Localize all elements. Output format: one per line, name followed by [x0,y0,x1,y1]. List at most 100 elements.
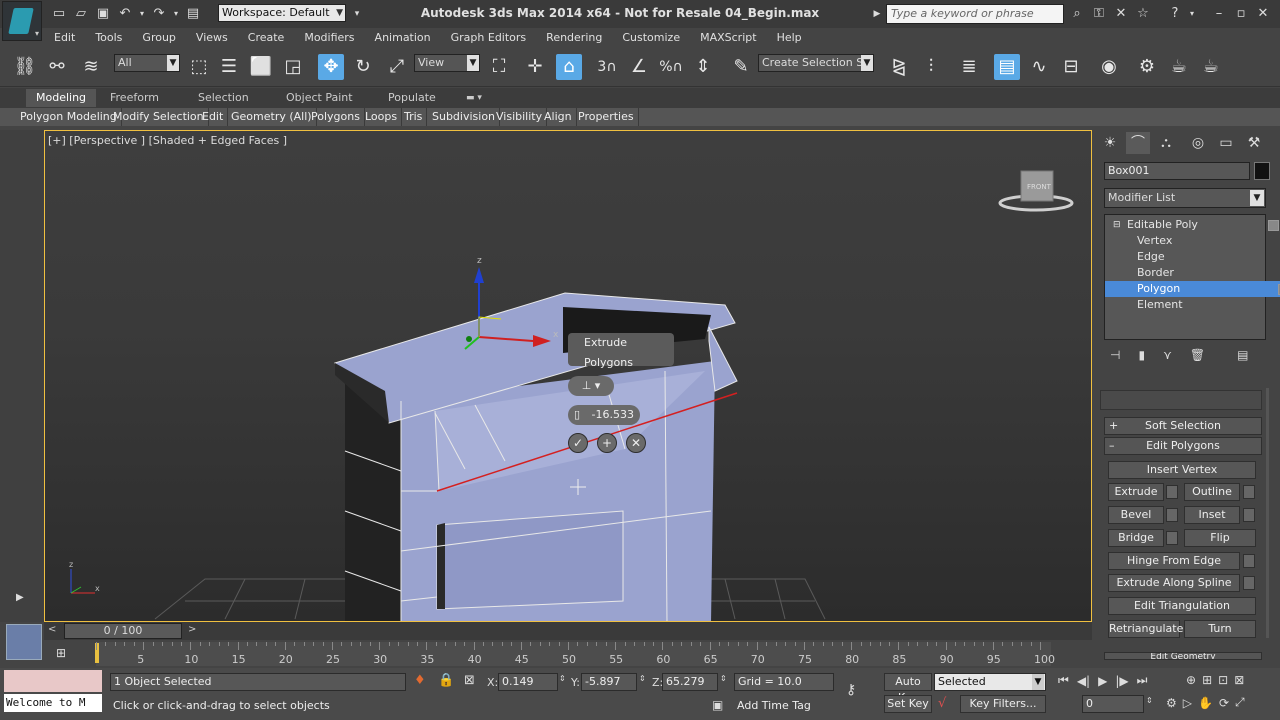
close-icon[interactable]: ✕ [1254,5,1272,23]
bevel-button[interactable]: Bevel [1108,506,1164,524]
add-time-tag-button[interactable]: Add Time Tag [734,698,834,716]
extrude-along-spline-settings-button[interactable] [1243,576,1255,590]
manipulate-icon[interactable]: ✛ [522,54,548,80]
selection-filter-dropdown[interactable]: All ▼ [114,54,180,72]
menu-graph-editors[interactable]: Graph Editors [441,28,537,48]
save-icon[interactable]: ▣ [94,5,112,23]
extrude-settings-button[interactable] [1166,485,1178,499]
tab-display-icon[interactable]: ▭ [1214,132,1238,154]
bevel-settings-button[interactable] [1166,508,1178,522]
flip-button[interactable]: Flip [1184,529,1256,547]
expand-arrow-icon[interactable]: ▶ [872,5,882,23]
play-icon[interactable]: ▶ [1098,674,1107,688]
render-production-icon[interactable]: ☕ [1198,54,1224,80]
stack-item-border[interactable]: Border [1105,265,1280,281]
maximize-icon[interactable]: ▫ [1232,5,1250,23]
y-coordinate-field[interactable]: -5.897 [581,673,637,691]
open-file-icon[interactable]: ▱ [72,5,90,23]
rectangular-selection-icon[interactable]: ⬜ [248,54,274,80]
stack-item-editable-poly[interactable]: ⊟ Editable Poly [1105,217,1280,233]
tab-modify-icon[interactable]: ⌒ [1126,132,1150,154]
menu-edit[interactable]: Edit [44,28,85,48]
rendered-frame-window-icon[interactable]: ☕ [1166,54,1192,80]
select-and-move-icon[interactable]: ✥ [318,54,344,80]
go-to-end-icon[interactable]: ⏭ [1137,673,1148,688]
orbit-icon[interactable]: ⟳ [1219,696,1229,710]
key-mode-dropdown[interactable]: Selected ▼ [934,673,1046,691]
panel-scrollbar[interactable] [1266,388,1269,638]
menu-create[interactable]: Create [238,28,295,48]
hinge-from-edge-button[interactable]: Hinge From Edge [1108,552,1240,570]
extrude-type-dropdown[interactable]: ⊥ ▾ [568,376,614,396]
tab-populate[interactable]: Populate [378,89,446,107]
favorites-star-icon[interactable]: ☆ [1134,5,1152,23]
stack-item-element[interactable]: Element [1105,297,1280,313]
help-icon[interactable]: ? [1166,5,1184,23]
object-name-field[interactable]: Box001 [1104,162,1250,180]
select-and-scale-icon[interactable]: ⤢ [384,54,410,80]
extrude-along-spline-button[interactable]: Extrude Along Spline [1108,574,1240,592]
edit-triangulation-button[interactable]: Edit Triangulation [1108,597,1256,615]
key-tangent-icon[interactable]: √ [938,696,946,711]
panel-loops[interactable]: Loops [361,108,403,126]
field-of-view-icon[interactable]: ▷ [1183,696,1192,710]
stack-item-vertex[interactable]: Vertex [1105,233,1280,249]
redo-icon[interactable]: ↷ [150,5,168,23]
hinge-settings-button[interactable] [1243,554,1255,568]
exchange-icon[interactable]: ✕ [1112,5,1130,23]
tab-create-icon[interactable]: ☀ [1098,132,1122,154]
render-setup-icon[interactable]: ⚙ [1134,54,1160,80]
tab-object-paint[interactable]: Object Paint [276,89,363,107]
z-coordinate-field[interactable]: 65.279 [662,673,718,691]
panel-properties[interactable]: Properties [574,108,639,126]
caddy-cancel-button[interactable]: ✕ [626,433,646,453]
show-end-result-icon[interactable]: ▮ [1138,348,1145,362]
menu-tools[interactable]: Tools [85,28,132,48]
stack-toggle-box[interactable] [1268,220,1279,231]
previous-frame-icon[interactable]: < [48,624,56,635]
select-and-rotate-icon[interactable]: ↻ [350,54,376,80]
absolute-offset-mode-icon[interactable]: ⊠ [464,673,475,688]
track-bar-menu-icon[interactable]: ⊞ [56,646,66,660]
panel-polygon-modeling[interactable]: Polygon Modeling [16,108,122,126]
make-unique-icon[interactable]: ⋎ [1163,348,1172,362]
y-spinner-icon[interactable]: ⇕ [639,674,646,683]
panel-geometry-all[interactable]: Geometry (All) [227,108,317,126]
undo-icon[interactable]: ↶ [116,5,134,23]
x-coordinate-field[interactable]: 0.149 [498,673,558,691]
isolate-selection-icon[interactable]: ♦ [414,673,426,688]
bridge-settings-button[interactable] [1166,531,1178,545]
workspace-dropdown[interactable]: Workspace: Default ▼ [218,4,346,22]
menu-maxscript[interactable]: MAXScript [690,28,766,48]
app-logo-button[interactable]: ▾ [2,1,42,41]
panel-edit[interactable]: Edit [198,108,229,126]
snaps-toggle-icon[interactable]: 3∩ [594,54,620,80]
ribbon-options-icon[interactable]: ▬ ▾ [456,89,492,107]
unlink-icon[interactable]: ⚯ [44,54,70,80]
keyboard-shortcut-override-icon[interactable]: ⌂ [556,54,582,80]
menu-modifiers[interactable]: Modifiers [294,28,364,48]
stack-item-edge[interactable]: Edge [1105,249,1280,265]
pin-stack-icon[interactable]: ⊣ [1110,348,1120,362]
previous-key-icon[interactable]: ◀| [1077,674,1090,688]
angle-snap-icon[interactable]: ∠ [626,54,652,80]
outline-button[interactable]: Outline [1184,483,1240,501]
align-icon[interactable]: ⫶ [918,54,944,80]
edit-named-selection-icon[interactable]: ✎ [728,54,754,80]
redo-dropdown-icon[interactable]: ▾ [172,5,180,23]
panel-polygons[interactable]: Polygons [307,108,365,126]
select-by-name-icon[interactable]: ☰ [216,54,242,80]
binoculars-icon[interactable]: ⌕ [1068,5,1086,23]
toggle-ribbon-icon[interactable]: ▤ [994,54,1020,80]
next-frame-icon[interactable]: > [188,624,196,635]
bridge-button[interactable]: Bridge [1108,529,1164,547]
tab-hierarchy-icon[interactable]: ⛬ [1154,132,1178,154]
auto-key-button[interactable]: Auto Key [884,673,932,704]
panel-modify-selection[interactable]: Modify Selection [109,108,209,126]
current-frame-field[interactable]: 0 [1082,695,1144,713]
time-tag-icon[interactable]: ▣ [712,698,723,712]
panel-visibility[interactable]: Visibility [492,108,548,126]
help-dropdown-icon[interactable]: ▾ [1188,5,1196,23]
bind-space-warp-icon[interactable]: ≋ [78,54,104,80]
x-spinner-icon[interactable]: ⇕ [559,674,566,683]
